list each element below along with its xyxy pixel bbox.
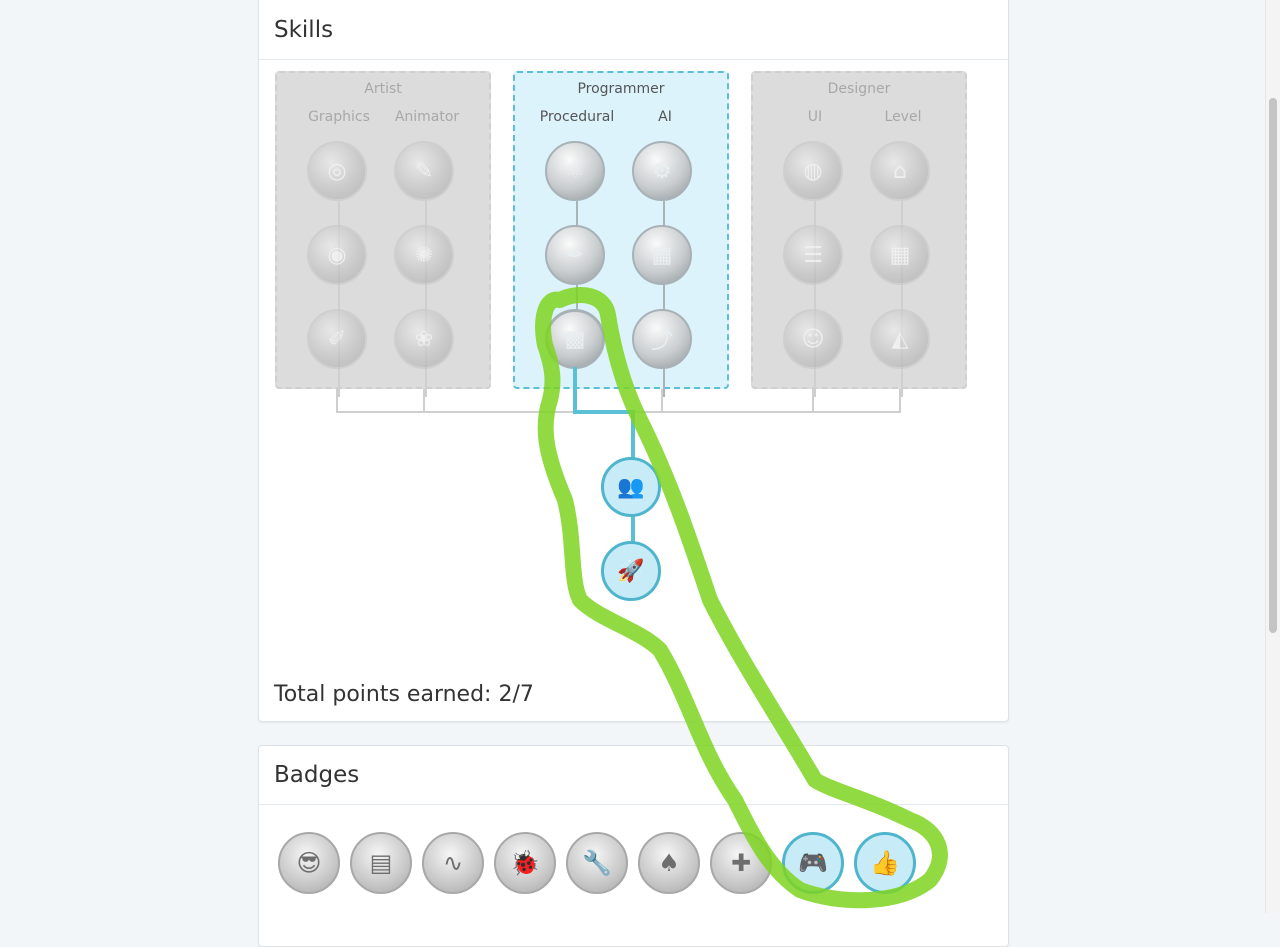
badges-panel-heading: Badges	[259, 746, 1008, 805]
connector	[336, 389, 338, 413]
browser-window-icon[interactable]: ▤	[350, 832, 412, 894]
connector	[661, 389, 663, 413]
skill-node-brain-gear-icon[interactable]: ⚙	[632, 141, 692, 201]
graph-card-icon[interactable]: ∿	[422, 832, 484, 894]
scrollbar-thumb[interactable]	[1269, 98, 1277, 633]
col-label-ui: UI	[807, 109, 823, 125]
tree-programmer: Programmer Procedural AI ⚛ ⚙ ✒ ▦ ▩ ⤴	[513, 71, 729, 397]
skill-node-map-icon[interactable]: ▦	[632, 225, 692, 285]
skills-title: Skills	[274, 17, 334, 43]
thumbs-up-icon[interactable]: 👍	[854, 832, 916, 894]
badges-panel: Badges 😎 ▤ ∿ 🐞 🔧 ♠ ✚ 🎮 👍	[258, 745, 1009, 947]
gamepad-icon[interactable]: 🎮	[782, 832, 844, 894]
connector	[812, 389, 814, 413]
skill-node-graphics-2[interactable]: ◉	[307, 225, 367, 285]
skill-node-ui-1[interactable]: ◍	[783, 141, 843, 201]
skill-node-ui-2[interactable]: ☰	[783, 225, 843, 285]
tree-artist: Artist Graphics Animator ◎ ✎ ◉ ✺ ✐ ❀	[275, 71, 491, 397]
glasses-fox-icon[interactable]: 😎	[278, 832, 340, 894]
tree-title-artist: Artist	[364, 81, 402, 97]
skill-node-graphics-3[interactable]: ✐	[307, 309, 367, 369]
skill-node-graphics-1[interactable]: ◎	[307, 141, 367, 201]
skills-panel-heading: Skills	[259, 0, 1008, 60]
skill-node-level-2[interactable]: ▦	[870, 225, 930, 285]
bug-magnifier-icon[interactable]: 🐞	[494, 832, 556, 894]
tree-designer: Designer UI Level ◍ ⌂ ☰ ▦ ☺ ◭	[751, 71, 967, 397]
playing-card-icon[interactable]: ♠	[638, 832, 700, 894]
skills-panel: Skills Artist Graphics Animator ◎ ✎ ◉ ✺ …	[258, 0, 1009, 722]
col-label-animator: Animator	[394, 109, 460, 125]
connector-active	[573, 410, 635, 414]
connector-active	[573, 367, 577, 413]
col-label-graphics: Graphics	[308, 109, 370, 125]
skill-node-procedural-pattern-icon[interactable]: ▩	[545, 309, 605, 369]
team-icon[interactable]: 👥	[601, 457, 661, 517]
skill-node-animator-2[interactable]: ✺	[394, 225, 454, 285]
skill-node-animator-1[interactable]: ✎	[394, 141, 454, 201]
total-points: Total points earned: 2/7	[274, 682, 534, 707]
bandage-icon[interactable]: ✚	[710, 832, 772, 894]
tree-title-designer: Designer	[827, 81, 891, 97]
badges-title: Badges	[274, 762, 360, 788]
skill-node-atom-icon[interactable]: ⚛	[545, 141, 605, 201]
connector	[423, 389, 425, 413]
tree-title-programmer: Programmer	[577, 81, 665, 97]
rocket-icon[interactable]: 🚀	[601, 541, 661, 601]
skill-node-ui-3[interactable]: ☺	[783, 309, 843, 369]
skill-node-level-3[interactable]: ◭	[870, 309, 930, 369]
col-label-procedural: Procedural	[539, 109, 615, 125]
skill-node-animator-3[interactable]: ❀	[394, 309, 454, 369]
connector	[899, 389, 901, 413]
col-label-ai: AI	[658, 109, 672, 125]
skill-node-tactics-icon[interactable]: ⤴	[632, 309, 692, 369]
skill-node-level-1[interactable]: ⌂	[870, 141, 930, 201]
wrench-icon[interactable]: 🔧	[566, 832, 628, 894]
skill-node-wrench-icon[interactable]: ✒	[545, 225, 605, 285]
col-label-level: Level	[884, 109, 922, 125]
scrollbar[interactable]	[1265, 0, 1280, 913]
